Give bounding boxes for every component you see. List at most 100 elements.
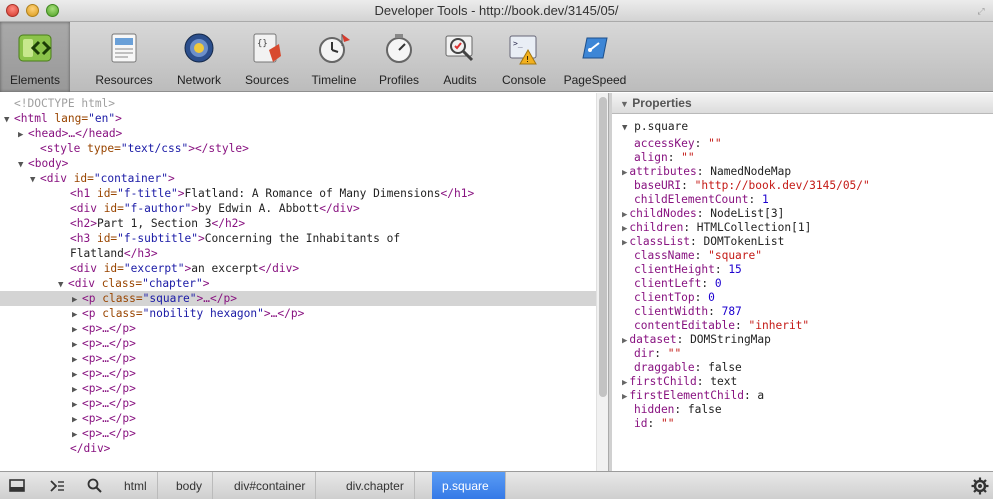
property-row-access-key: accessKey: "" <box>634 137 722 151</box>
dom-node-p-nobility[interactable]: ▶ <p class="nobility hexagon">…</p> <box>72 306 304 321</box>
disclosure-expanded-icon[interactable]: ▼ <box>4 113 14 128</box>
tag-close: > <box>202 277 210 290</box>
inspect-search-button[interactable] <box>82 472 108 499</box>
dom-node-p[interactable]: ▶ <p>…</p> <box>72 426 136 441</box>
pagespeed-icon <box>582 37 608 59</box>
property-row-class-list[interactable]: ▶ classList: DOMTokenList <box>622 235 784 249</box>
node-text: Flatland: A Romance of Many Dimensions <box>184 187 441 200</box>
property-row-attributes[interactable]: ▶ attributes: NamedNodeMap <box>622 165 791 179</box>
dom-node-p-square[interactable]: ▶ <p class="square">…</p> <box>0 291 596 306</box>
property-separator: : <box>667 151 682 164</box>
breadcrumb-body[interactable]: body <box>166 472 214 499</box>
property-row-child-nodes[interactable]: ▶ childNodes: NodeList[3] <box>622 207 784 221</box>
property-row-first-element-child[interactable]: ▶ firstElementChild: a <box>622 389 764 403</box>
tab-timeline[interactable]: Timeline <box>302 22 366 92</box>
tag-close: >…</p> <box>196 292 237 305</box>
property-row-client-top: clientTop: 0 <box>634 291 715 305</box>
dom-node-container[interactable]: ▼ <div id="container"> <box>30 171 175 186</box>
node-text: Part 1, Section 3 <box>96 217 212 230</box>
zoom-window-button[interactable] <box>46 4 59 17</box>
dom-node-h3[interactable]: <h3 id="f-subtitle">Concerning the Inhab… <box>70 231 400 246</box>
property-name: clientTop <box>634 291 695 304</box>
tab-label: Elements <box>9 73 61 87</box>
dom-node-p[interactable]: ▶ <p>…</p> <box>72 411 136 426</box>
disclosure-expanded-icon[interactable]: ▼ <box>18 158 28 173</box>
tab-elements[interactable]: Elements <box>0 22 70 92</box>
elements-icon <box>18 34 52 62</box>
disclosure-collapsed-icon[interactable]: ▶ <box>622 168 627 178</box>
console-icon: >_ ! <box>509 35 537 65</box>
tag-name: <p>…</p> <box>82 382 136 395</box>
dom-tree: <!DOCTYPE html> ▼ <html lang="en"> ▶ <head… <box>0 93 608 471</box>
tag-name: <div <box>68 277 95 290</box>
console-drawer-button[interactable] <box>44 472 70 499</box>
dom-node-chapter[interactable]: ▼ <div class="chapter"> <box>58 276 209 291</box>
disclosure-collapsed-icon[interactable]: ▶ <box>622 392 627 402</box>
property-object-row[interactable]: ▼ p.square <box>622 120 688 134</box>
dom-node-p[interactable]: ▶ <p>…</p> <box>72 351 136 366</box>
dom-node-html[interactable]: ▼ <html lang="en"> <box>4 111 122 126</box>
dom-node-div-close[interactable]: </div> <box>70 441 110 456</box>
breadcrumb-div-chapter[interactable]: div.chapter <box>336 472 415 499</box>
property-value: "" <box>681 151 695 164</box>
dom-node-body[interactable]: ▼ <body> <box>18 156 68 171</box>
minimize-window-button[interactable] <box>26 4 39 17</box>
disclosure-expanded-icon[interactable]: ▼ <box>30 173 40 188</box>
dom-node-head[interactable]: ▶ <head>…</head> <box>18 126 122 141</box>
tab-sources[interactable]: {} Sources <box>236 22 298 92</box>
dom-node-p[interactable]: ▶ <p>…</p> <box>72 336 136 351</box>
disclosure-collapsed-icon[interactable]: ▶ <box>18 128 28 143</box>
breadcrumb-html[interactable]: html <box>114 472 158 499</box>
property-name: hidden <box>634 403 675 416</box>
disclosure-collapsed-icon[interactable]: ▶ <box>622 238 627 248</box>
property-value: text <box>710 375 738 388</box>
dock-toggle-button[interactable] <box>4 472 30 499</box>
tab-network[interactable]: Network <box>166 22 232 92</box>
properties-sidebar: ▼ Properties ▼ p.square accessKey: "" ali… <box>612 93 993 471</box>
tag-name: <div <box>40 172 67 185</box>
property-name: baseURI <box>634 179 682 192</box>
disclosure-collapsed-icon[interactable]: ▶ <box>622 224 627 234</box>
tag-close: ></style> <box>188 142 249 155</box>
property-separator: : <box>748 193 762 206</box>
dom-node-h1[interactable]: <h1 id="f-title">Flatland: A Romance of … <box>70 186 474 201</box>
tab-profiles[interactable]: Profiles <box>370 22 428 92</box>
close-window-button[interactable] <box>6 4 19 17</box>
dom-doctype[interactable]: <!DOCTYPE html> <box>14 96 115 111</box>
property-value: DOMTokenList <box>703 235 785 248</box>
tag-name: <p>…</p> <box>82 337 136 350</box>
attr-value: "text/css" <box>120 142 189 155</box>
dom-node-excerpt[interactable]: <div id="excerpt">an excerpt</div> <box>70 261 299 276</box>
dom-node-author[interactable]: <div id="f-author">by Edwin A. Abbott</d… <box>70 201 360 216</box>
property-name: clientWidth <box>634 305 709 318</box>
dom-node-style[interactable]: <style type="text/css"></style> <box>40 141 249 156</box>
dom-tree-scrollbar[interactable] <box>596 93 608 471</box>
tag-name: <p <box>82 292 96 305</box>
dom-node-p[interactable]: ▶ <p>…</p> <box>72 366 136 381</box>
property-separator: : <box>654 347 668 360</box>
tab-audits[interactable]: Audits <box>432 22 488 92</box>
dom-node-p[interactable]: ▶ <p>…</p> <box>72 396 136 411</box>
property-row-dataset[interactable]: ▶ dataset: DOMStringMap <box>622 333 771 347</box>
dom-node-h2[interactable]: <h2>Part 1, Section 3</h2> <box>70 216 245 231</box>
tab-console[interactable]: >_ ! Console <box>492 22 556 92</box>
disclosure-collapsed-icon[interactable]: ▶ <box>622 378 627 388</box>
properties-section-header[interactable]: ▼ Properties <box>612 93 993 114</box>
property-separator: : <box>696 375 711 388</box>
property-name: accessKey <box>634 137 695 150</box>
property-separator: : <box>694 291 709 304</box>
dom-node-p[interactable]: ▶ <p>…</p> <box>72 381 136 396</box>
tab-pagespeed[interactable]: PageSpeed <box>560 22 630 92</box>
settings-gear-icon[interactable] <box>971 477 989 495</box>
disclosure-collapsed-icon[interactable]: ▶ <box>622 336 627 346</box>
breadcrumb-p-square[interactable]: p.square <box>432 472 506 499</box>
tag-name: <div <box>70 202 97 215</box>
disclosure-collapsed-icon[interactable]: ▶ <box>622 210 627 220</box>
dom-node-p[interactable]: ▶ <p>…</p> <box>72 321 136 336</box>
tab-resources[interactable]: Resources <box>86 22 162 92</box>
disclosure-expanded-icon[interactable]: ▼ <box>622 123 627 133</box>
breadcrumb-div-container[interactable]: div#container <box>224 472 317 499</box>
property-row-first-child[interactable]: ▶ firstChild: text <box>622 375 737 389</box>
property-row-children[interactable]: ▶ children: HTMLCollection[1] <box>622 221 811 235</box>
scrollbar-thumb[interactable] <box>599 97 607 397</box>
